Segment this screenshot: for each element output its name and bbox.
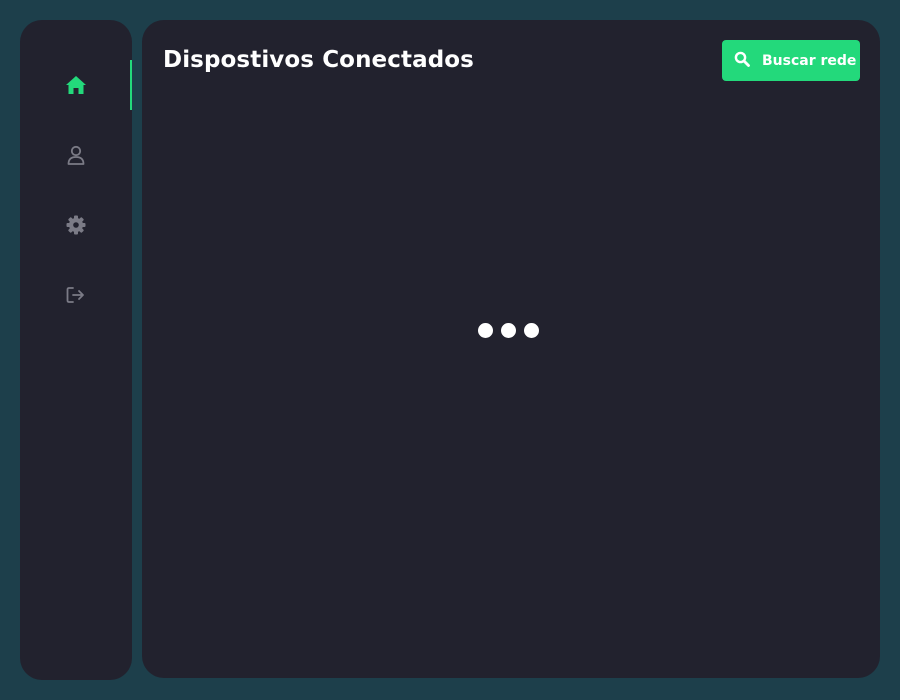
sidebar-item-home[interactable] — [20, 60, 132, 110]
loading-dot — [524, 323, 539, 338]
search-network-label: Buscar rede — [762, 52, 857, 69]
sidebar-item-settings[interactable] — [20, 200, 132, 250]
sidebar — [20, 20, 132, 680]
search-icon — [734, 51, 750, 70]
search-network-button[interactable]: Buscar rede — [722, 40, 860, 81]
loading-dot — [501, 323, 516, 338]
loading-indicator — [478, 323, 539, 338]
user-icon — [67, 145, 85, 165]
sidebar-item-logout[interactable] — [20, 270, 132, 320]
page-title: Dispostivos Conectados — [163, 47, 474, 73]
logout-icon — [66, 286, 86, 304]
home-icon — [65, 75, 87, 95]
main-panel: Dispostivos Conectados Buscar rede — [142, 20, 880, 678]
sidebar-item-profile[interactable] — [20, 130, 132, 180]
gear-icon — [66, 215, 86, 235]
loading-dot — [478, 323, 493, 338]
